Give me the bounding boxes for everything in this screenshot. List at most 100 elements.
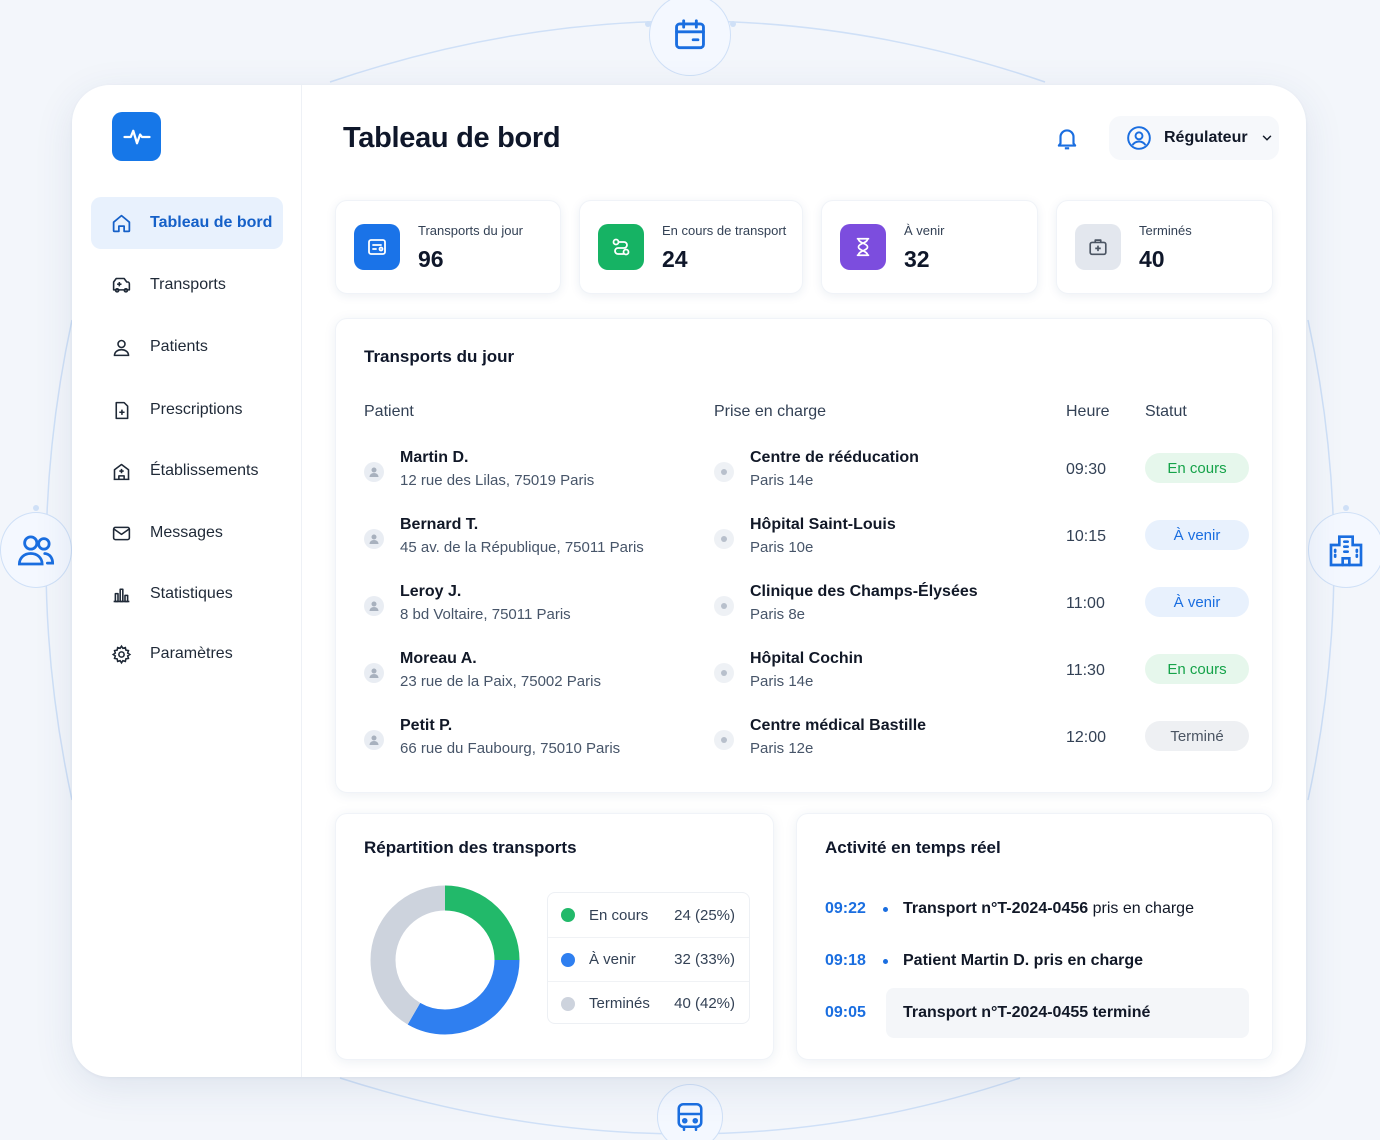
stat-value: 24: [662, 246, 688, 272]
activity-bullet: [883, 958, 888, 964]
transport-time: 12:00: [1066, 729, 1107, 746]
sidebar-item-dashboard[interactable]: Tableau de bord: [91, 197, 283, 249]
status-badge: Terminé: [1145, 721, 1249, 751]
destination-name: Clinique des Champs-Élysées: [750, 583, 978, 600]
gear-icon: [111, 644, 132, 664]
patient-name: Petit P.: [400, 717, 453, 734]
patient-address: 12 rue des Lilas, 75019 Paris: [400, 472, 595, 489]
user-avatar-icon: [1127, 126, 1151, 150]
user-menu[interactable]: Régulateur: [1109, 116, 1279, 160]
sidebar-item-label: Paramètres: [150, 645, 233, 662]
patient-address: 23 rue de la Paix, 75002 Paris: [400, 673, 601, 690]
activity-time: 09:18: [825, 952, 866, 969]
activity-item[interactable]: 09:18 Patient Martin D. pris en charge: [825, 936, 1249, 986]
sidebar-item-label: Messages: [150, 524, 223, 541]
hourglass-icon: [840, 224, 886, 270]
patient-avatar-icon: [364, 596, 384, 616]
status-badge: À venir: [1145, 587, 1249, 617]
donut-chart: [370, 885, 520, 1035]
patient-avatar-icon: [364, 529, 384, 549]
activity-item[interactable]: 09:22 Transport n°T-2024-0456 pris en ch…: [825, 884, 1249, 934]
sidebar-item-label: Patients: [150, 338, 208, 355]
destination-district: Paris 14e: [750, 472, 814, 489]
panel-title: Transports du jour: [364, 347, 515, 366]
transport-time: 11:00: [1066, 595, 1105, 612]
repartition-panel: Répartition des transports En cours 24 (…: [335, 813, 774, 1060]
chart-legend: En cours 24 (25%) À venir 32 (33%) Termi…: [547, 892, 750, 1024]
column-header-statut: Statut: [1145, 403, 1187, 420]
patient-name: Martin D.: [400, 449, 469, 466]
stat-card-termines[interactable]: Terminés 40: [1056, 200, 1273, 294]
legend-item: Terminés 40 (42%): [548, 981, 749, 1025]
stat-label: À venir: [904, 223, 945, 238]
transport-icon: [354, 224, 400, 270]
patient-avatar-icon: [364, 663, 384, 683]
status-badge: À venir: [1145, 520, 1249, 550]
patient-name: Leroy J.: [400, 583, 462, 600]
stat-card-total[interactable]: Transports du jour 96: [335, 200, 561, 294]
users-orbit-icon: [0, 512, 72, 588]
patient-avatar-icon: [364, 462, 384, 482]
stat-value: 40: [1139, 246, 1165, 272]
legend-value: 40 (42%): [674, 995, 735, 1012]
table-row[interactable]: Bernard T. 45 av. de la République, 75011…: [336, 516, 1272, 576]
legend-label: Terminés: [589, 995, 650, 1012]
patient-name: Bernard T.: [400, 516, 479, 533]
stat-label: Transports du jour: [418, 223, 524, 238]
transports-table-panel: Transports du jour Patient Prise en char…: [335, 318, 1273, 793]
sidebar-item-label: Statistiques: [150, 585, 233, 602]
page-title: Tableau de bord: [343, 122, 561, 154]
sidebar-item-prescriptions[interactable]: Prescriptions: [91, 384, 283, 436]
table-row[interactable]: Martin D. 12 rue des Lilas, 75019 Paris Ce…: [336, 449, 1272, 509]
home-icon: [112, 214, 131, 232]
patient-name: Moreau A.: [400, 650, 477, 667]
column-header-prise-en-charge: Prise en charge: [714, 403, 827, 420]
stat-card-a-venir[interactable]: À venir 32: [821, 200, 1038, 294]
sidebar-item-parametres[interactable]: Paramètres: [91, 628, 283, 680]
status-badge: En cours: [1145, 654, 1249, 684]
patient-address: 8 bd Voltaire, 75011 Paris: [400, 606, 571, 623]
stat-value: 96: [418, 246, 444, 272]
sidebar: Tableau de bord Transports Patients Pres…: [72, 85, 302, 1077]
medical-kit-icon: [1075, 224, 1121, 270]
legend-label: À venir: [589, 951, 636, 968]
pulse-icon: [122, 129, 151, 144]
stat-card-en-cours[interactable]: En cours de transport 24: [579, 200, 803, 294]
sidebar-item-transports[interactable]: Transports: [91, 259, 283, 311]
panel-title: Répartition des transports: [364, 838, 577, 857]
ambulance-icon: [112, 277, 131, 293]
destination-name: Hôpital Saint-Louis: [750, 516, 896, 533]
legend-label: En cours: [589, 906, 649, 924]
sidebar-item-statistiques[interactable]: Statistiques: [91, 568, 283, 620]
activity-bullet: [883, 906, 888, 912]
sidebar-item-etablissements[interactable]: Établissements: [91, 445, 283, 497]
activity-text: Patient Martin D. pris en charge: [903, 952, 1144, 969]
activity-item[interactable]: 09:05 Transport n°T-2024-0455 terminé: [825, 988, 1249, 1038]
location-dot-icon: [714, 529, 734, 549]
activity-time: 09:22: [825, 900, 866, 917]
activity-text: Transport n°T-2024-0455 terminé: [903, 1004, 1151, 1021]
location-dot-icon: [714, 663, 734, 683]
patient-avatar-icon: [364, 730, 384, 750]
legend-dot: [561, 952, 575, 967]
destination-name: Hôpital Cochin: [750, 650, 863, 667]
app-logo[interactable]: [112, 112, 161, 161]
legend-item: À venir 32 (33%): [548, 937, 749, 981]
table-row[interactable]: Petit P. 66 rue du Faubourg, 75010 Paris C…: [336, 717, 1272, 777]
legend-dot: [561, 996, 575, 1011]
user-role: Régulateur: [1164, 129, 1248, 146]
destination-name: Centre médical Bastille: [750, 717, 927, 734]
user-icon: [113, 339, 130, 356]
sidebar-item-label: Tableau de bord: [150, 214, 273, 231]
sidebar-item-label: Établissements: [150, 462, 259, 479]
sidebar-item-patients[interactable]: Patients: [91, 321, 283, 373]
activity-panel: Activité en temps réel 09:22 Transport n…: [796, 813, 1273, 1060]
notification-bell-icon[interactable]: [1054, 124, 1080, 152]
destination-name: Centre de rééducation: [750, 449, 919, 466]
legend-value: 32 (33%): [674, 951, 735, 968]
table-row[interactable]: Leroy J. 8 bd Voltaire, 75011 Paris Cliniq…: [336, 583, 1272, 643]
sidebar-item-messages[interactable]: Messages: [91, 507, 283, 559]
chevron-down-icon: [1262, 135, 1271, 141]
table-row[interactable]: Moreau A. 23 rue de la Paix, 75002 Paris H…: [336, 650, 1272, 710]
route-icon: [598, 224, 644, 270]
